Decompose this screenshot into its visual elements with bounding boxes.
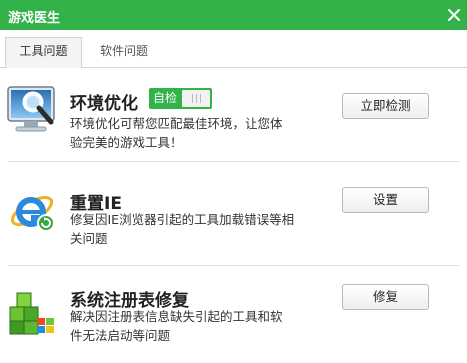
- toggle-knob: [182, 90, 210, 107]
- tab-software-issues[interactable]: 软件问题: [86, 38, 162, 68]
- settings-button[interactable]: 设置: [342, 187, 429, 213]
- environment-desc-line2: 验完美的游戏工具！: [70, 135, 183, 150]
- environment-title: 环境优化: [70, 94, 138, 114]
- registry-desc-line2: 件无法启动等问题: [70, 328, 171, 343]
- divider: [8, 265, 460, 266]
- reset-ie-desc-line2: 关问题: [70, 231, 108, 246]
- registry-cubes-icon: [9, 292, 54, 335]
- window-title: 游戏医生: [8, 11, 61, 26]
- detect-now-button[interactable]: 立即检测: [342, 93, 429, 119]
- registry-desc-line1: 解决因注册表信息缺失引起的工具和软: [70, 309, 283, 324]
- repair-button[interactable]: 修复: [342, 284, 429, 310]
- tab-tool-issues[interactable]: 工具问题: [5, 37, 82, 68]
- environment-desc-line1: 环境优化可帮您匹配最佳环境，让您体: [70, 116, 283, 131]
- reset-ie-desc-line1: 修复因IE浏览器引起的工具加载错误等相: [70, 212, 295, 227]
- self-check-toggle[interactable]: 自检: [149, 88, 212, 109]
- ie-reset-icon: [10, 196, 55, 232]
- divider: [8, 161, 460, 162]
- title-bar: 游戏医生: [0, 0, 467, 30]
- close-button[interactable]: [441, 0, 467, 30]
- monitor-search-icon: [7, 86, 55, 132]
- toggle-label: 自检: [152, 91, 177, 105]
- close-icon: [448, 9, 460, 21]
